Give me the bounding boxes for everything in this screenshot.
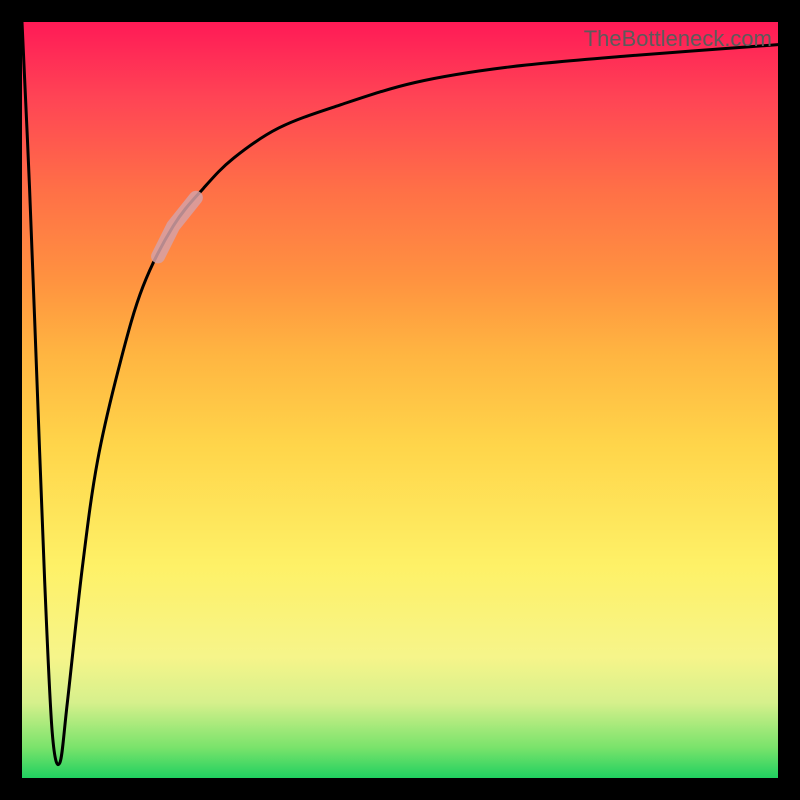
curve-highlight-segment [158,198,196,257]
curve-layer [22,22,778,778]
attribution-watermark: TheBottleneck.com [584,26,772,52]
chart-frame: TheBottleneck.com [0,0,800,800]
plot-area: TheBottleneck.com [22,22,778,778]
bottleneck-curve [22,22,778,765]
